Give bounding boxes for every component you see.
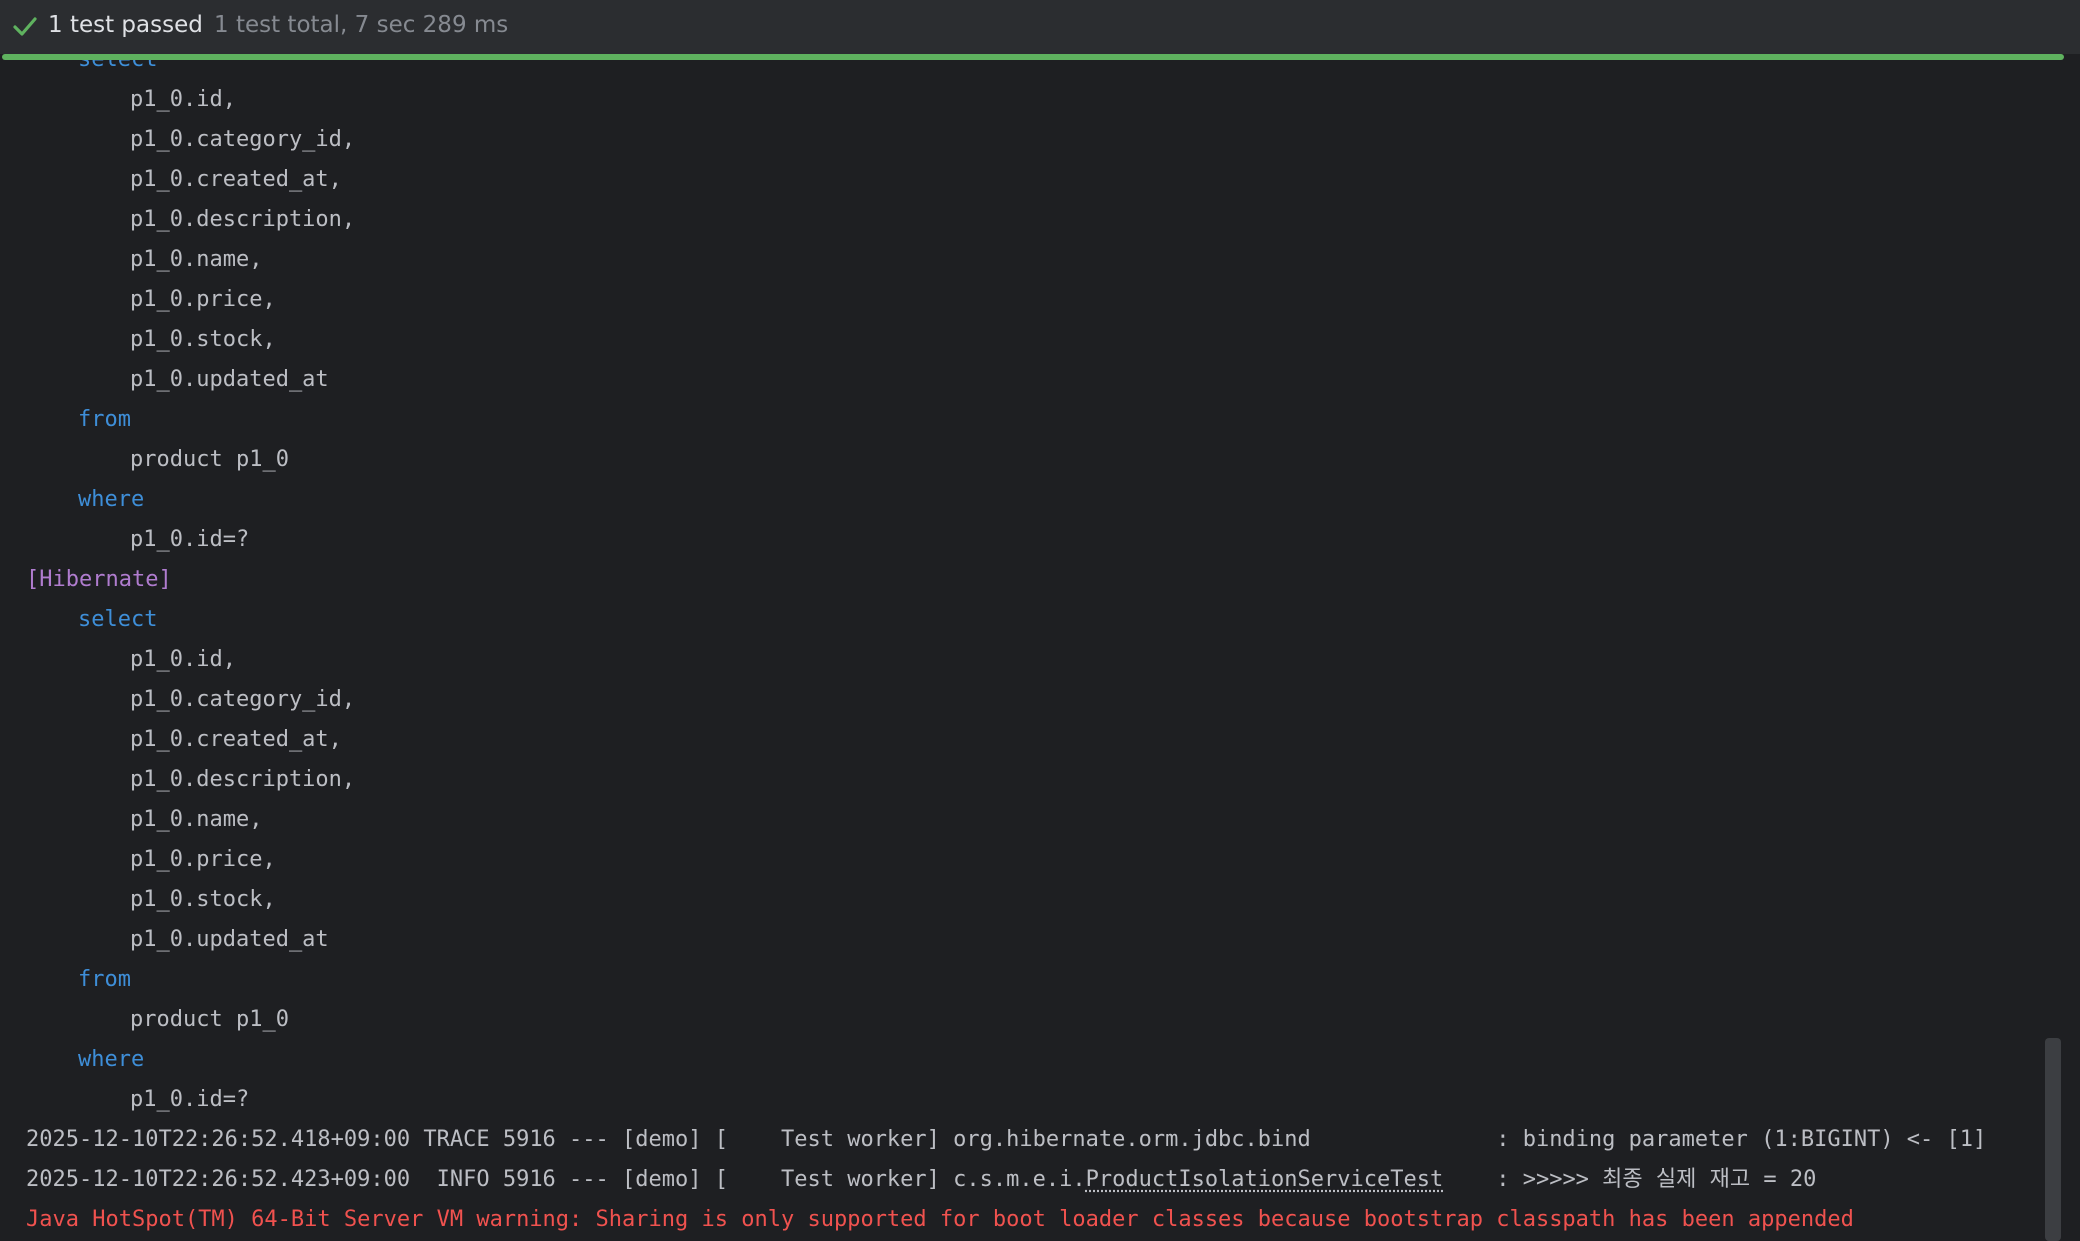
sql-text: p1_0.created_at, <box>130 167 342 192</box>
test-class-link[interactable]: ProductIsolationServiceTest <box>1086 1167 1444 1192</box>
console-line: select <box>0 60 1986 80</box>
sql-text: p1_0.id=? <box>130 527 250 552</box>
sql-text: p1_0.category_id, <box>130 687 356 712</box>
console-line: p1_0.id, <box>0 80 1986 120</box>
console-line: from <box>0 400 1986 440</box>
sql-text: product p1_0 <box>130 1007 289 1032</box>
console-line: p1_0.stock, <box>0 880 1986 920</box>
console-line: p1_0.created_at, <box>0 160 1986 200</box>
sql-text: p1_0.id, <box>130 647 236 672</box>
console-line: select <box>0 600 1986 640</box>
console-line: p1_0.stock, <box>0 320 1986 360</box>
hibernate-tag: [Hibernate] <box>26 567 172 592</box>
console-line: p1_0.updated_at <box>0 920 1986 960</box>
console-line: p1_0.id=? <box>0 1080 1986 1120</box>
check-icon <box>13 17 37 36</box>
console-line: from <box>0 960 1986 1000</box>
log-prefix: 2025-12-10T22:26:52.423+09:00 INFO 5916 … <box>26 1167 1086 1192</box>
log-line-info: 2025-12-10T22:26:52.423+09:00 INFO 5916 … <box>0 1160 1986 1200</box>
test-status-bar: 1 test passed 1 test total, 7 sec 289 ms <box>0 0 2080 54</box>
sql-text: p1_0.id=? <box>130 1087 250 1112</box>
console-line: p1_0.created_at, <box>0 720 1986 760</box>
console-lines: select p1_0.id, p1_0.category_id, p1_0.crea… <box>0 60 1986 1240</box>
console-line: p1_0.description, <box>0 200 1986 240</box>
console-line: p1_0.id, <box>0 640 1986 680</box>
sql-text: p1_0.name, <box>130 247 263 272</box>
sql-text: p1_0.description, <box>130 207 356 232</box>
console-line: where <box>0 480 1986 520</box>
console-line: product p1_0 <box>0 1000 1986 1040</box>
console-output[interactable]: select p1_0.id, p1_0.category_id, p1_0.crea… <box>0 60 2040 1241</box>
sql-text: p1_0.description, <box>130 767 356 792</box>
sql-keyword: from <box>78 407 131 432</box>
sql-keyword: select <box>78 607 158 632</box>
tests-passed-label: 1 test passed <box>48 12 203 38</box>
sql-keyword: where <box>78 487 145 512</box>
tests-detail-label: 1 test total, 7 sec 289 ms <box>214 12 509 38</box>
sql-keyword: from <box>78 967 131 992</box>
console-line: p1_0.name, <box>0 800 1986 840</box>
sql-keyword: select <box>78 60 157 72</box>
console-scrollbar-thumb[interactable] <box>2045 1038 2061 1241</box>
console-line: product p1_0 <box>0 440 1986 480</box>
sql-text: p1_0.stock, <box>130 887 276 912</box>
console-line: p1_0.name, <box>0 240 1986 280</box>
console-line: p1_0.price, <box>0 280 1986 320</box>
console-line: p1_0.category_id, <box>0 120 1986 160</box>
sql-keyword: where <box>78 1047 145 1072</box>
sql-text: p1_0.updated_at <box>130 367 329 392</box>
console-line: p1_0.category_id, <box>0 680 1986 720</box>
sql-text: p1_0.price, <box>130 847 276 872</box>
sql-text: p1_0.name, <box>130 807 263 832</box>
console-line: p1_0.updated_at <box>0 360 1986 400</box>
console-line: where <box>0 1040 1986 1080</box>
sql-text: p1_0.price, <box>130 287 276 312</box>
log-message: : >>>>> 최종 실제 재고 = 20 <box>1443 1167 1817 1192</box>
sql-text: p1_0.category_id, <box>130 127 356 152</box>
console-line: p1_0.price, <box>0 840 1986 880</box>
sql-text: p1_0.updated_at <box>130 927 329 952</box>
sql-text: p1_0.stock, <box>130 327 276 352</box>
log-line-trace: 2025-12-10T22:26:52.418+09:00 TRACE 5916… <box>26 1127 1987 1152</box>
console-line: [Hibernate] <box>0 560 1986 600</box>
console-line: p1_0.description, <box>0 760 1986 800</box>
sql-text: p1_0.created_at, <box>130 727 342 752</box>
sql-text: product p1_0 <box>130 447 289 472</box>
console-line: p1_0.id=? <box>0 520 1986 560</box>
jvm-warning-line: Java HotSpot(TM) 64-Bit Server VM warnin… <box>26 1207 1854 1232</box>
sql-text: p1_0.id, <box>130 87 236 112</box>
